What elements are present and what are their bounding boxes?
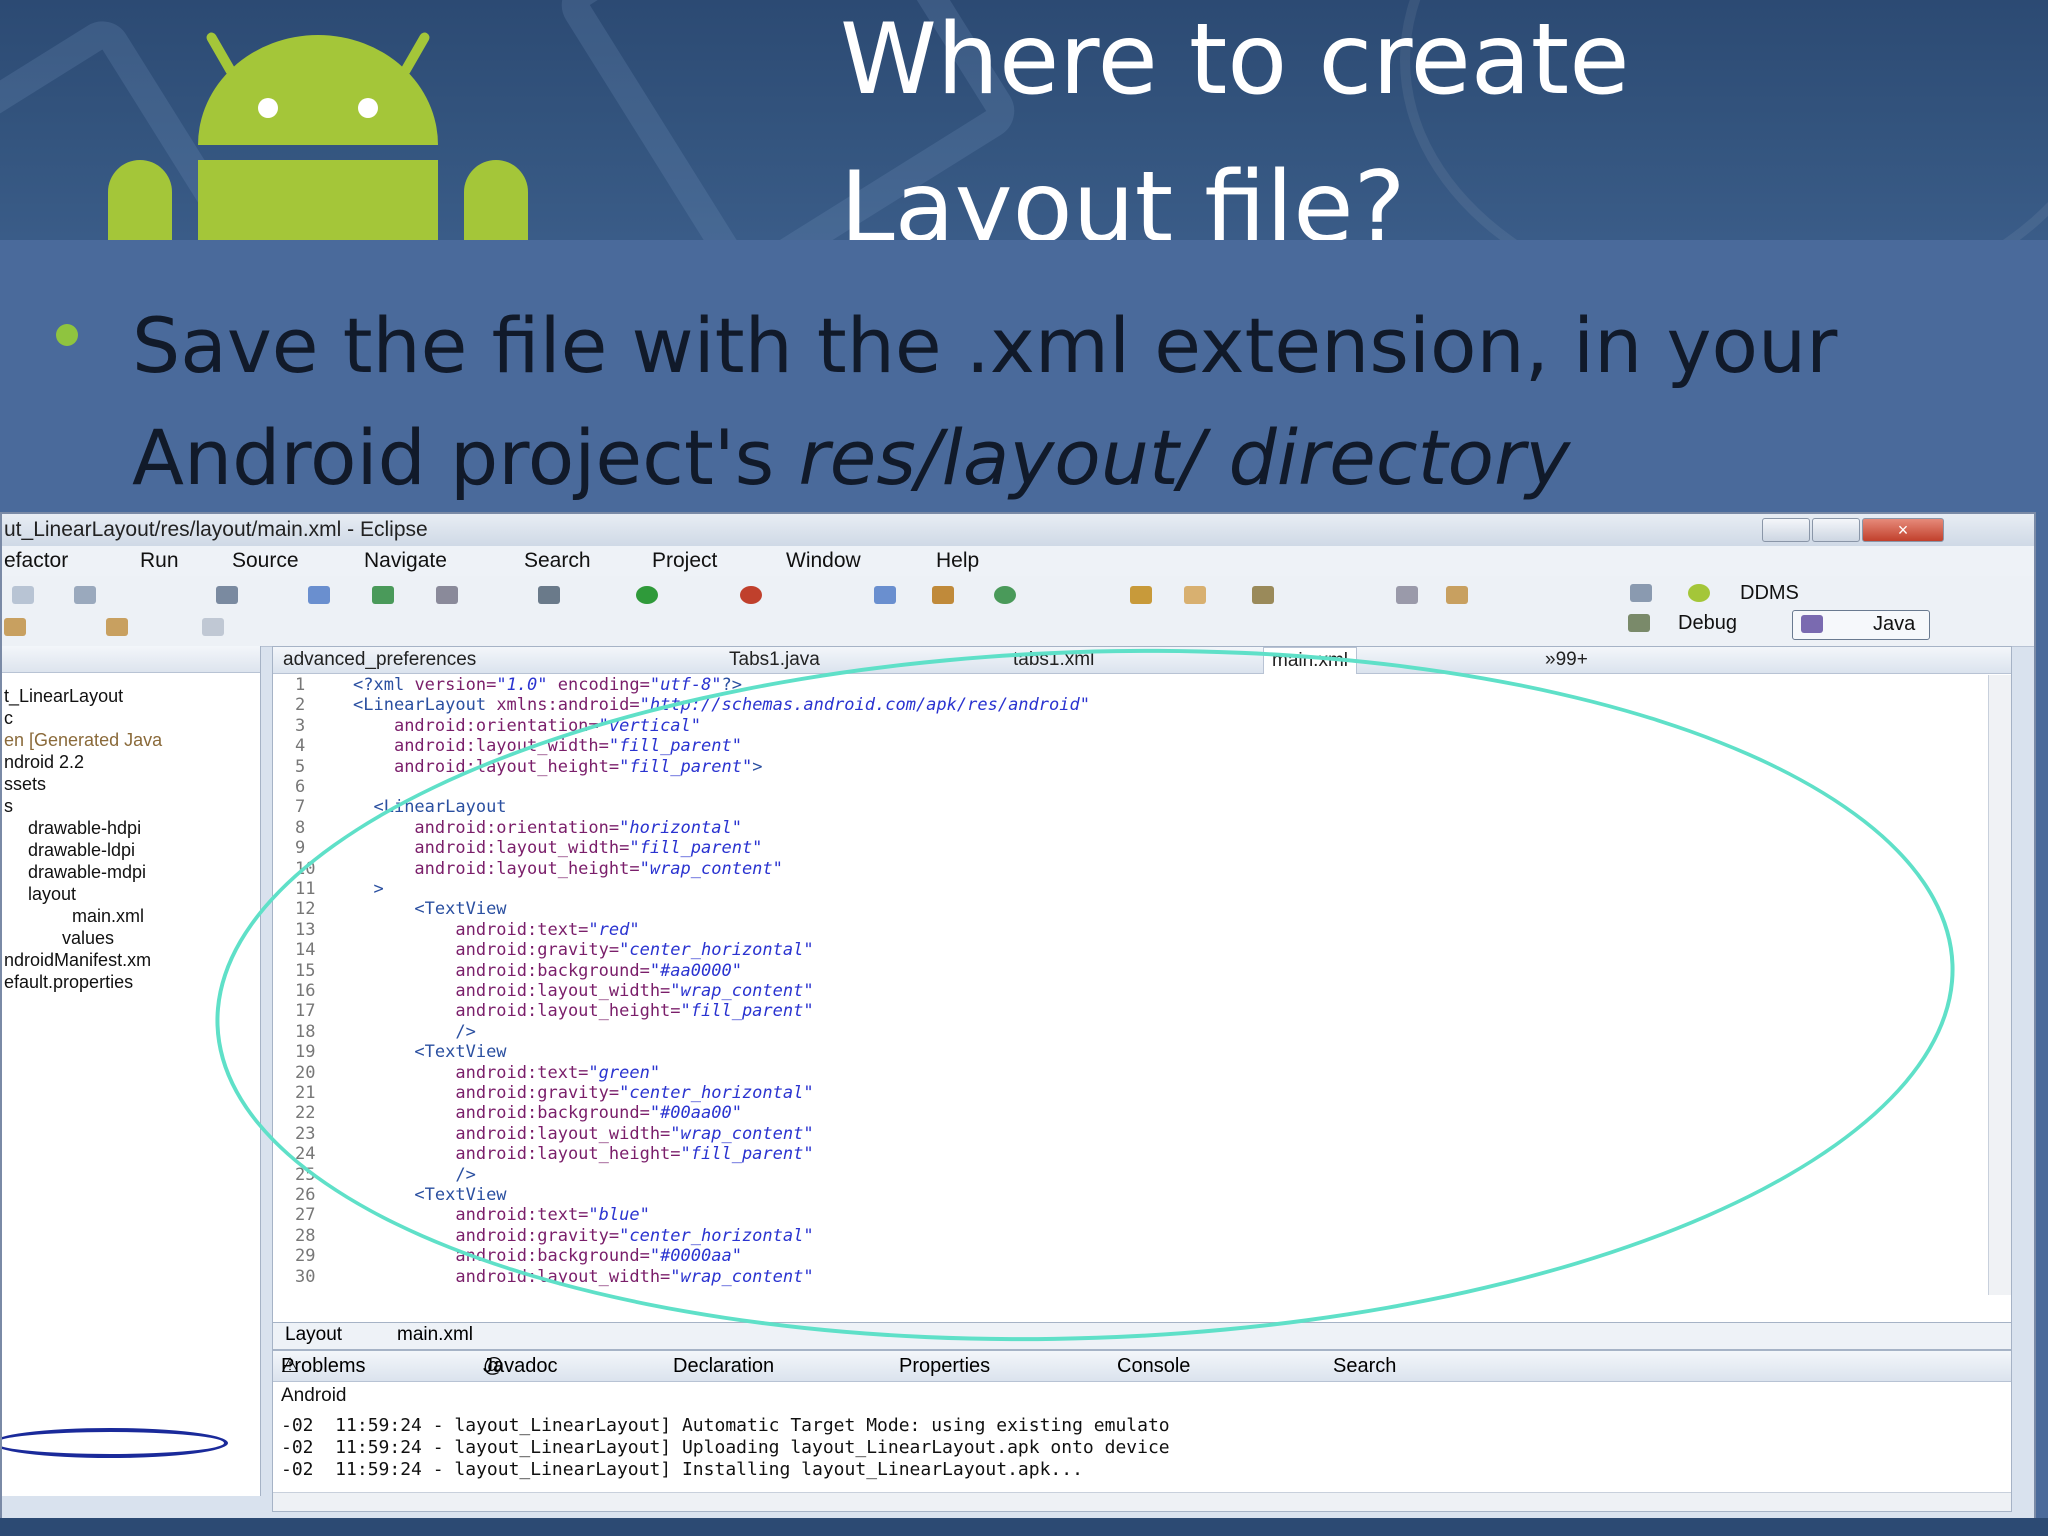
window-title: ut_LinearLayout/res/layout/main.xml - Ec… <box>4 518 428 541</box>
navigate-back-icon[interactable] <box>106 618 128 636</box>
bottom-panel: ⚠ Problems @ Javadoc Declaration Propert… <box>272 1350 2012 1512</box>
package-explorer: t_LinearLayout c en [Generated Java ndro… <box>2 646 261 1496</box>
external-tools-icon[interactable] <box>740 586 762 604</box>
tab-properties-label: Properties <box>899 1355 991 1377</box>
perspective-ddms[interactable]: DDMS <box>1740 582 1799 605</box>
perspective-java: Java <box>1873 613 1916 635</box>
tab-tabs1-java[interactable]: Tabs1.java <box>729 647 820 673</box>
maximize-button[interactable] <box>1812 518 1860 542</box>
bullet-line-2: Android project's res/layout/ directory <box>132 402 1837 514</box>
open-perspective-icon[interactable] <box>1630 584 1652 602</box>
open-type-icon[interactable] <box>436 586 458 604</box>
back-icon[interactable] <box>1446 586 1468 604</box>
menu-run[interactable]: Run <box>140 546 179 576</box>
run-icon[interactable] <box>636 586 658 604</box>
tree-item-default-properties[interactable]: efault.properties <box>4 972 133 993</box>
tree-item-main-xml[interactable]: main.xml <box>72 906 144 927</box>
menu-navigate[interactable]: Navigate <box>364 546 447 576</box>
tab-problems-label: Problems <box>281 1355 366 1377</box>
slide-title: Where to create Layout file? <box>840 0 1630 240</box>
console-label: Android <box>281 1385 347 1406</box>
package-icon[interactable] <box>932 586 954 604</box>
tree-item-layout[interactable]: layout <box>28 884 76 905</box>
debug-icon[interactable] <box>538 586 560 604</box>
navigate-forward-icon[interactable] <box>202 618 224 636</box>
ddms-android-icon <box>1688 584 1710 602</box>
search-files-icon[interactable] <box>1184 586 1206 604</box>
open-folder-icon[interactable] <box>1130 586 1152 604</box>
menu-search[interactable]: Search <box>524 546 591 576</box>
bullet-line-2-italic: res/layout/ directory <box>798 413 1571 502</box>
bottom-tab-bar: ⚠ Problems @ Javadoc Declaration Propert… <box>273 1351 2011 1382</box>
tab-declaration-label: Declaration <box>673 1355 775 1377</box>
tree-item-android-lib[interactable]: ndroid 2.2 <box>4 752 84 773</box>
console-scrollbar[interactable] <box>273 1492 2011 1511</box>
new-project-icon[interactable] <box>874 586 896 604</box>
close-button[interactable]: × <box>1862 518 1944 542</box>
android-sdk-icon[interactable] <box>308 586 330 604</box>
bullet-line-1: Save the file with the .xml extension, i… <box>132 301 1838 390</box>
perspective-java-button[interactable]: Java <box>1792 610 1930 640</box>
new-class-icon[interactable] <box>372 586 394 604</box>
slide-footer-bar <box>0 1518 2048 1536</box>
tree-item-res[interactable]: s <box>4 796 13 817</box>
slide-title-line-1: Where to create <box>840 3 1630 117</box>
slide-title-line-2: Layout file? <box>840 151 1406 240</box>
java-perspective-icon <box>1801 615 1823 633</box>
tab-overflow[interactable]: »99+ <box>1545 647 1588 673</box>
window-titlebar: ut_LinearLayout/res/layout/main.xml - Ec… <box>2 514 2034 546</box>
bullet-text: Save the file with the .xml extension, i… <box>132 290 1837 514</box>
console-line: -02 11:59:24 - layout_LinearLayout] Uplo… <box>281 1437 1170 1458</box>
menu-window[interactable]: Window <box>786 546 861 576</box>
main-xml-highlight-ring <box>2 1428 228 1458</box>
tab-console-label: Console <box>1117 1355 1191 1377</box>
new-icon[interactable] <box>12 586 34 604</box>
package-explorer-header <box>2 646 260 673</box>
bullet-line-2-plain: Android project's <box>132 413 799 502</box>
minimize-button[interactable] <box>1762 518 1810 542</box>
tree-item-values[interactable]: values <box>62 928 114 949</box>
debug-bug-icon <box>1628 614 1650 632</box>
next-annotation-icon[interactable] <box>1396 586 1418 604</box>
editor-scrollbar[interactable] <box>1988 675 2011 1295</box>
pencil-icon[interactable] <box>1252 586 1274 604</box>
tree-item-drawable-mdpi[interactable]: drawable-mdpi <box>28 862 146 883</box>
slide-header: Where to create Layout file? <box>0 0 2048 240</box>
perspective-debug[interactable]: Debug <box>1678 612 1737 635</box>
bullet-dot-icon <box>56 324 78 346</box>
tab-advanced-preferences[interactable]: advanced_preferences <box>283 647 476 673</box>
menu-source[interactable]: Source <box>232 546 299 576</box>
new-java-class-icon[interactable] <box>994 586 1016 604</box>
tree-item-manifest[interactable]: ndroidManifest.xm <box>4 950 151 971</box>
subtab-main-xml[interactable]: main.xml <box>397 1323 473 1347</box>
print-icon[interactable] <box>216 586 238 604</box>
menu-bar: efactor Run Source Navigate Search Proje… <box>2 546 2034 576</box>
save-icon[interactable] <box>74 586 96 604</box>
tab-search-label: Search <box>1333 1355 1397 1377</box>
menu-help[interactable]: Help <box>936 546 979 576</box>
console-line: -02 11:59:24 - layout_LinearLayout] Auto… <box>281 1415 1170 1436</box>
tree-item-drawable-ldpi[interactable]: drawable-ldpi <box>28 840 135 861</box>
tab-javadoc-label: Javadoc <box>483 1355 558 1377</box>
console-line: -02 11:59:24 - layout_LinearLayout] Inst… <box>281 1459 1083 1480</box>
tree-item-src[interactable]: c <box>4 708 13 729</box>
toolbar: DDMS Debug Java <box>2 576 2034 647</box>
menu-refactor[interactable]: efactor <box>4 546 68 576</box>
tree-item-drawable-hdpi[interactable]: drawable-hdpi <box>28 818 141 839</box>
tree-item-project[interactable]: t_LinearLayout <box>4 686 123 707</box>
android-robot-icon <box>108 32 528 240</box>
subtab-layout[interactable]: Layout <box>285 1323 342 1347</box>
forward-icon[interactable] <box>4 618 26 636</box>
tree-item-gen[interactable]: en [Generated Java <box>4 730 162 751</box>
code-line: <?xml version="1.0" encoding="utf-8"?> <box>353 675 743 695</box>
tree-item-assets[interactable]: ssets <box>4 774 46 795</box>
menu-project[interactable]: Project <box>652 546 717 576</box>
